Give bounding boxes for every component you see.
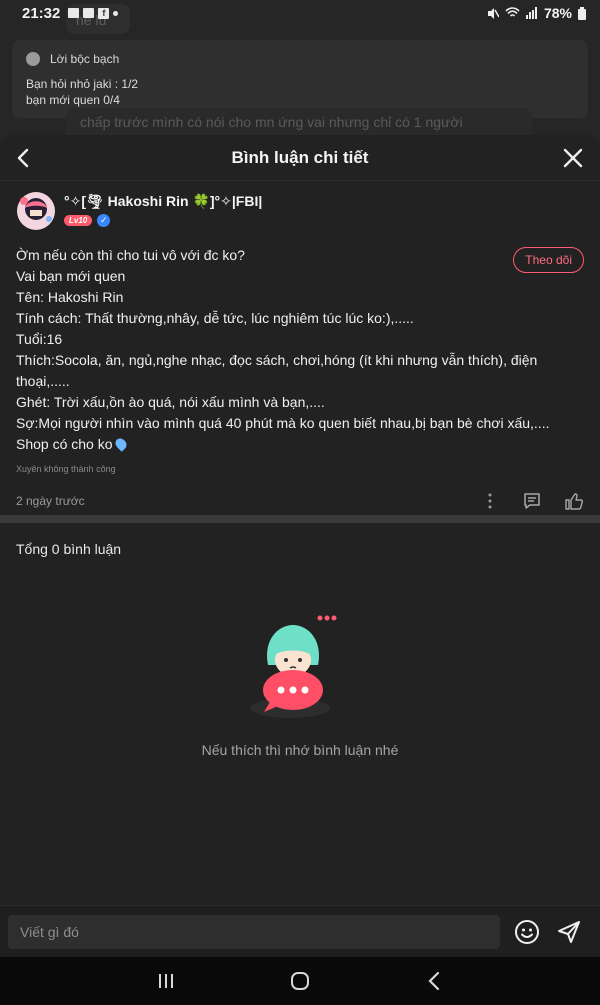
content-line: Vai bạn mới quen (16, 268, 126, 284)
home-icon[interactable] (288, 969, 312, 993)
comment-input[interactable] (8, 914, 500, 949)
verified-icon: ✓ (97, 214, 111, 227)
send-icon[interactable] (556, 919, 582, 945)
gallery-icon (68, 8, 80, 18)
background-pinned-card: Lời bộc bạch Bạn hỏi nhỏ jaki : 1/2 bạn … (12, 40, 588, 118)
empty-state-message: Nếu thích thì nhớ bình luận nhé (201, 742, 399, 758)
content-line: Ghét: Trời xấu,ồn ào quá, nói xấu mình v… (16, 394, 325, 410)
back-arrow-icon[interactable] (12, 146, 36, 170)
emoji-icon[interactable] (514, 919, 540, 945)
status-time: 21:32 (22, 4, 61, 22)
status-right: 78% (486, 5, 586, 21)
post: °✧[🌪 Hakoshi Rin 🍀]°✧|FBI| Lv10 ✓ Theo d… (0, 181, 600, 512)
mute-icon (487, 7, 499, 19)
signal-icon (525, 7, 537, 19)
avatar[interactable] (16, 191, 56, 231)
sheet-header: Bình luận chi tiết (0, 135, 600, 181)
back-icon[interactable] (422, 969, 446, 993)
recent-apps-icon[interactable] (154, 969, 178, 993)
post-meta: 2 ngày trước (16, 490, 584, 512)
wifi-icon (505, 7, 520, 17)
section-divider (0, 515, 600, 523)
content-line: Shop có cho ko (16, 436, 113, 452)
background-card-line: bạn mới quen 0/4 (26, 93, 120, 107)
level-badge: Lv10 (64, 215, 93, 226)
close-icon[interactable] (562, 147, 584, 169)
content-line: Tính cách: Thất thường,nhây, dễ tức, lúc… (16, 310, 414, 326)
author-row: °✧[🌪 Hakoshi Rin 🍀]°✧|FBI| Lv10 ✓ (16, 191, 584, 241)
author-name[interactable]: °✧[🌪 Hakoshi Rin 🍀]°✧|FBI| (64, 193, 262, 210)
more-vertical-icon[interactable] (480, 491, 500, 511)
post-time: 2 ngày trước (16, 494, 85, 508)
content-line: Sợ:Mọi người nhìn vào mình quá 40 phút m… (16, 415, 550, 431)
dot-icon (113, 10, 119, 16)
status-bar: 21:32 f 78% (0, 0, 600, 26)
content-line: Tuổi:16 (16, 331, 63, 347)
empty-comments-illustration (250, 610, 350, 720)
empty-state: Nếu thích thì nhớ bình luận nhé (0, 610, 600, 758)
note-icon (26, 52, 40, 66)
sweat-droplets-icon (112, 436, 129, 452)
notification-icons: f (68, 7, 119, 19)
comment-icon[interactable] (522, 491, 542, 511)
facebook-icon: f (98, 7, 110, 19)
battery-percent: 78% (543, 5, 572, 21)
content-line: Thích:Socola, ăn, ngủ,nghe nhạc, đọc sác… (16, 352, 538, 389)
background-card-title: Lời bộc bạch (50, 52, 120, 66)
post-content: Ờm nếu còn thì cho tui vô với đc ko? Vai… (16, 245, 582, 455)
system-navigation-bar (0, 957, 600, 1005)
comment-composer (0, 905, 600, 957)
comment-detail-sheet: Bình luận chi tiết °✧[🌪 Hakoshi Rin 🍀]°✧… (0, 135, 600, 1005)
battery-icon (578, 6, 586, 20)
comment-count: Tổng 0 bình luận (16, 541, 122, 557)
sheet-title: Bình luận chi tiết (231, 147, 369, 167)
follow-button[interactable]: Theo dõi (513, 247, 584, 273)
post-tag: Xuyên không thành công (16, 464, 116, 474)
author-badges: Lv10 ✓ (64, 214, 262, 227)
content-line: Tên: Hakoshi Rin (16, 289, 124, 305)
background-card-line: Bạn hỏi nhỏ jaki : 1/2 (26, 77, 139, 91)
post-actions (480, 491, 584, 511)
content-line: Ờm nếu còn thì cho tui vô với đc ko? (16, 247, 245, 263)
thumbs-up-icon[interactable] (564, 491, 584, 511)
message-icon (83, 8, 95, 18)
